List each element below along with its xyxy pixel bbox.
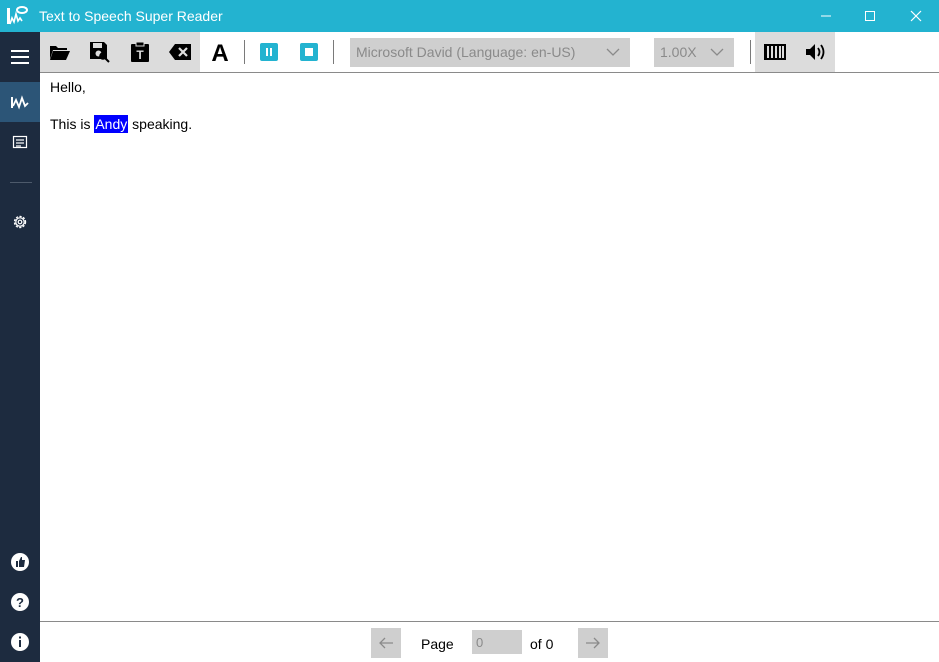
toolbar-separator <box>750 40 751 64</box>
gear-icon <box>13 215 27 229</box>
save-as-button[interactable] <box>80 32 120 72</box>
sidebar-item-documents[interactable] <box>0 122 40 162</box>
close-button[interactable] <box>893 0 939 32</box>
hamburger-icon <box>11 50 29 64</box>
page-navigation-bar: Page of 0 <box>40 621 939 662</box>
document-text-area[interactable]: Hello, This is Andy speaking. <box>40 73 939 621</box>
open-file-button[interactable] <box>40 32 80 72</box>
question-icon: ? <box>11 593 29 611</box>
title-bar: Text to Speech Super Reader <box>0 0 939 32</box>
text-segment: speaking. <box>128 116 193 132</box>
text-segment: This is <box>50 116 95 132</box>
open-folder-icon <box>50 46 70 60</box>
document-line: Hello, <box>50 79 86 95</box>
clear-icon <box>169 44 191 60</box>
speed-select-value: 1.00X <box>660 44 697 60</box>
spoken-word-highlight: Andy <box>94 115 129 133</box>
stop-button[interactable] <box>289 32 329 72</box>
document-line: This is Andy speaking. <box>50 115 193 133</box>
arrow-left-icon <box>379 637 393 649</box>
close-icon <box>910 10 922 22</box>
toolbar-separator <box>333 40 334 64</box>
sidebar-item-help[interactable]: ? <box>0 582 40 622</box>
sidebar-item-about[interactable] <box>0 622 40 662</box>
speed-meter-button[interactable] <box>755 32 795 72</box>
page-count-label: of 0 <box>530 636 554 652</box>
voice-wave-icon <box>11 95 29 110</box>
svg-text:T: T <box>136 48 144 62</box>
previous-page-button[interactable] <box>371 628 401 658</box>
toolbar-separator <box>244 40 245 64</box>
window-title: Text to Speech Super Reader <box>39 8 223 24</box>
page-label: Page <box>421 636 454 652</box>
page-number-input[interactable] <box>472 630 522 654</box>
chevron-down-icon <box>606 48 620 56</box>
stop-icon <box>300 43 318 61</box>
sidebar-item-menu[interactable] <box>0 37 40 77</box>
maximize-icon <box>865 11 875 21</box>
paste-text-icon: T <box>131 41 149 62</box>
next-page-button[interactable] <box>578 628 608 658</box>
font-icon: A <box>211 41 228 63</box>
speed-meter-icon <box>764 44 786 60</box>
clear-text-button[interactable] <box>160 32 200 72</box>
paste-text-button[interactable]: T <box>120 32 160 72</box>
pause-icon <box>260 43 278 61</box>
svg-text:A: A <box>211 41 228 63</box>
toolbar: T A Microsoft David (Language: en-US) 1.… <box>40 32 939 73</box>
voice-select-value: Microsoft David (Language: en-US) <box>356 44 576 60</box>
minimize-icon <box>821 15 831 17</box>
thumbs-up-icon <box>11 553 29 571</box>
sidebar: ? <box>0 32 40 662</box>
info-icon <box>11 633 29 651</box>
app-window: Text to Speech Super Reader ? T A Micros… <box>0 0 939 662</box>
volume-button[interactable] <box>795 32 835 72</box>
chevron-down-icon <box>710 48 724 56</box>
sidebar-item-feedback[interactable] <box>0 542 40 582</box>
voice-select[interactable]: Microsoft David (Language: en-US) <box>350 38 630 67</box>
sidebar-item-reader[interactable] <box>0 82 40 122</box>
sidebar-item-settings[interactable] <box>0 202 40 242</box>
minimize-button[interactable] <box>803 0 849 32</box>
volume-icon <box>806 44 825 60</box>
font-button[interactable]: A <box>200 32 240 72</box>
speed-select[interactable]: 1.00X <box>654 38 734 67</box>
maximize-button[interactable] <box>847 0 893 32</box>
app-logo-icon <box>7 6 28 25</box>
sidebar-divider <box>10 182 32 183</box>
list-icon <box>12 135 28 149</box>
arrow-right-icon <box>586 637 600 649</box>
svg-text:?: ? <box>16 595 24 610</box>
save-as-icon <box>90 42 110 63</box>
pause-button[interactable] <box>249 32 289 72</box>
